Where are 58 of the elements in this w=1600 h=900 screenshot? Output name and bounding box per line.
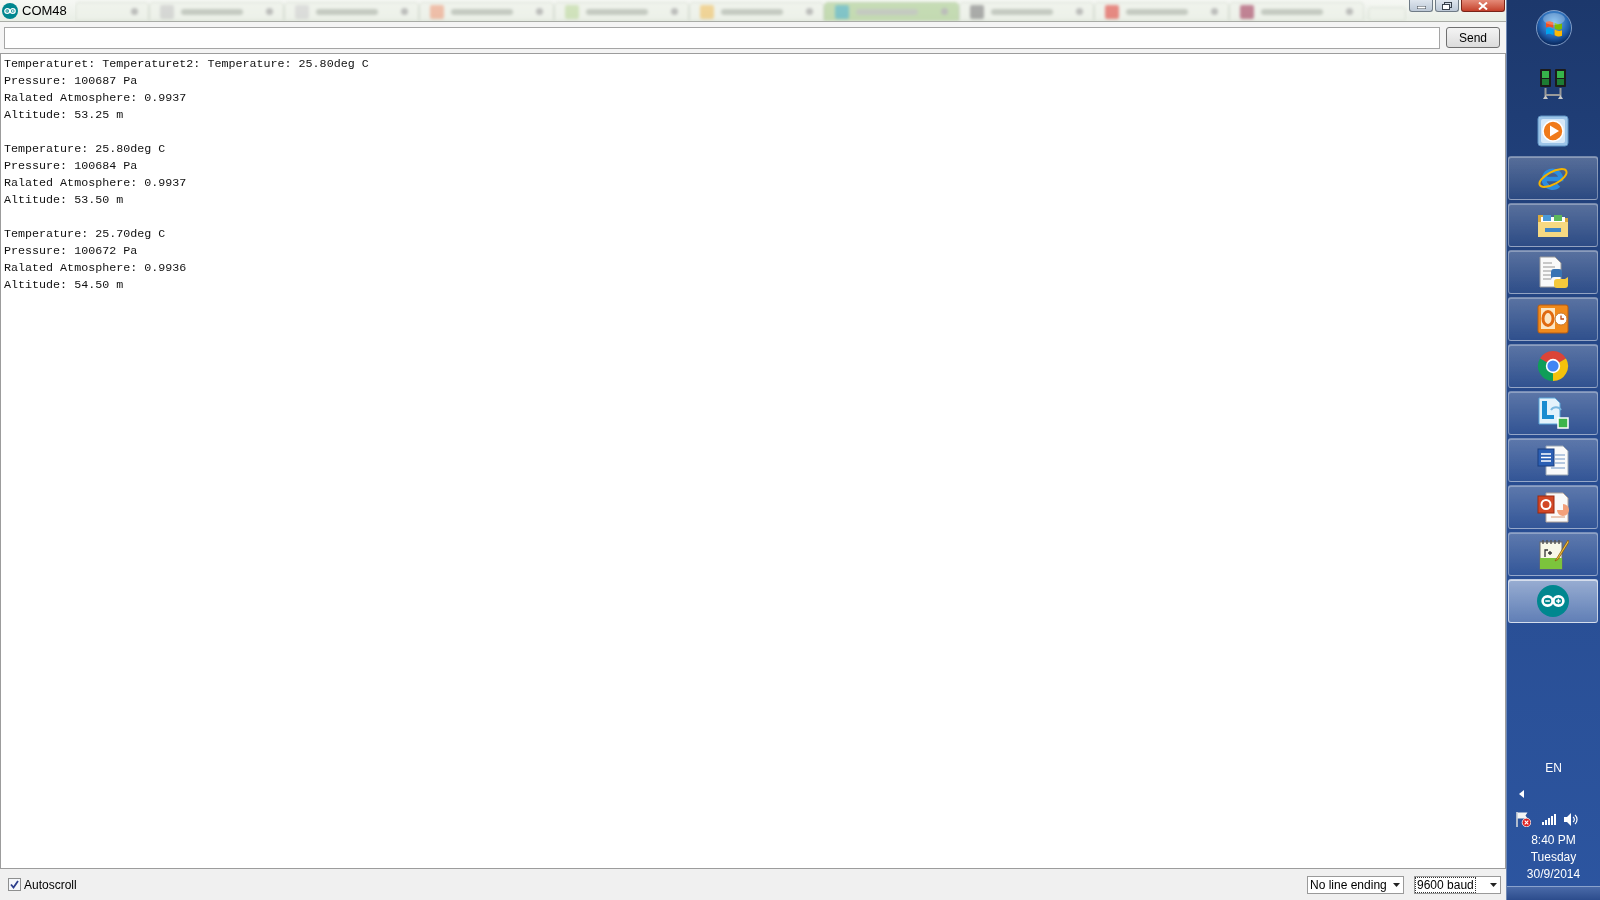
output-line: Ralated Atmosphere: 0.9936 xyxy=(4,260,187,277)
infinity-logo-icon xyxy=(2,2,18,19)
output-line: Ralated Atmosphere: 0.9937 xyxy=(4,175,187,192)
notepad-pencil-icon xyxy=(1537,538,1569,570)
ring-logo-icon xyxy=(1537,350,1569,382)
taskbar-button[interactable] xyxy=(1508,156,1598,200)
clock-day: Tuesday xyxy=(1530,849,1577,866)
close-button[interactable] xyxy=(1461,0,1505,12)
phone-pair-icon xyxy=(1537,68,1569,100)
autoscroll-label: Autoscroll xyxy=(24,876,77,894)
close-icon xyxy=(1478,2,1488,10)
taskbar-button[interactable] xyxy=(1508,344,1598,388)
output-line: Altitude: 53.50 m xyxy=(4,192,124,209)
message-input[interactable] xyxy=(4,26,1440,49)
signal-bars-icon[interactable] xyxy=(1542,813,1556,825)
clock-time: 8:40 PM xyxy=(1531,832,1576,849)
expand-arrow-icon[interactable] xyxy=(1519,790,1524,798)
speaker-icon[interactable] xyxy=(1564,812,1579,826)
minimize-icon xyxy=(1416,6,1426,9)
output-line: Temperaturet: Temperaturet2: Temperature: 25.80deg C xyxy=(4,56,369,73)
language-indicator[interactable]: EN xyxy=(1507,759,1600,777)
taskbar-button[interactable] xyxy=(1508,391,1598,435)
script-file-icon xyxy=(1537,256,1569,288)
dropdown[interactable]: 9600 baud xyxy=(1414,875,1501,894)
output-line: Pressure: 100672 Pa xyxy=(4,243,138,260)
taskbar-button[interactable] xyxy=(1508,485,1598,529)
taskbar-button[interactable] xyxy=(1508,297,1598,341)
document-sync-icon xyxy=(1537,397,1569,429)
taskbar-button[interactable] xyxy=(1508,250,1598,294)
start-button[interactable] xyxy=(1535,10,1572,46)
infinity-logo-icon xyxy=(1537,585,1569,617)
taskbar-button[interactable] xyxy=(1508,438,1598,482)
send-button[interactable]: Send xyxy=(1446,27,1500,48)
flag-error-icon[interactable] xyxy=(1515,811,1531,827)
output-line: Pressure: 100684 Pa xyxy=(4,158,138,175)
play-tile-icon xyxy=(1537,115,1569,147)
output-line: Altitude: 54.50 m xyxy=(4,277,124,294)
clock-tile-icon xyxy=(1537,303,1569,335)
maximize-button[interactable] xyxy=(1435,0,1459,12)
caret-icon xyxy=(1490,882,1497,887)
output-line: Temperature: 25.80deg C xyxy=(4,141,166,158)
output-line: Pressure: 100687 Pa xyxy=(4,73,138,90)
slides-document-icon xyxy=(1537,491,1569,523)
output-line: Altitude: 53.25 m xyxy=(4,107,124,124)
window-title: COM48 xyxy=(22,1,67,20)
output-line: Ralated Atmosphere: 0.9937 xyxy=(4,90,187,107)
caret-icon xyxy=(1393,882,1400,887)
show-desktop-button[interactable] xyxy=(1507,886,1600,900)
minimize-button[interactable] xyxy=(1409,0,1433,12)
dropdown[interactable]: No line ending xyxy=(1307,875,1404,894)
windows-orb-icon xyxy=(1535,10,1572,46)
output-line: Temperature: 25.70deg C xyxy=(4,226,166,243)
taskbar-button[interactable] xyxy=(1508,203,1598,247)
restore-icon xyxy=(1442,2,1452,10)
text-document-icon xyxy=(1537,444,1569,476)
clock-date: 30/9/2014 xyxy=(1526,866,1581,883)
autoscroll-checkbox[interactable] xyxy=(8,878,21,891)
taskbar-button[interactable] xyxy=(1508,532,1598,576)
